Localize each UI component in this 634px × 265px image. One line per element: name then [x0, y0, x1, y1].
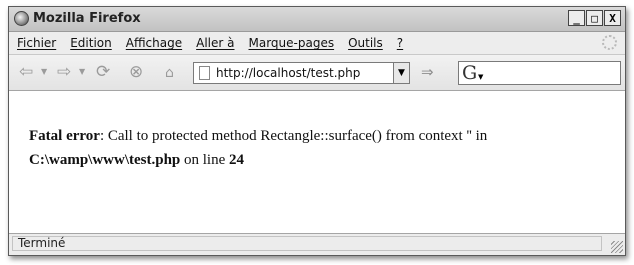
- error-line-number: 24: [229, 152, 245, 168]
- window-controls: _ □ X: [568, 10, 621, 26]
- stop-icon[interactable]: ⊗: [129, 63, 143, 81]
- throbber-icon: [602, 35, 617, 50]
- search-box[interactable]: G ▼: [458, 61, 621, 85]
- search-engine-dropdown-icon[interactable]: ▼: [478, 73, 483, 81]
- status-bar: Terminé: [9, 233, 625, 255]
- go-icon[interactable]: ⇒: [421, 63, 434, 81]
- url-input[interactable]: http://localhost/test.php: [216, 66, 360, 80]
- menu-item-affichage[interactable]: Affichage: [126, 36, 182, 50]
- page-content: Fatal error: Call to protected method Re…: [9, 91, 625, 234]
- back-arrow-icon[interactable]: ⇦: [19, 63, 33, 81]
- home-icon[interactable]: ⌂: [165, 64, 174, 82]
- url-bar[interactable]: http://localhost/test.php ▼: [193, 62, 410, 84]
- menu-item-edition[interactable]: Edition: [70, 36, 112, 50]
- resize-grip-icon[interactable]: [611, 241, 623, 253]
- menu-bar: Fichier Edition Affichage Aller à Marque…: [9, 32, 625, 55]
- error-message: Fatal error: Call to protected method Re…: [29, 124, 619, 172]
- menu-item-outils[interactable]: Outils: [348, 36, 383, 50]
- menu-item-help[interactable]: ?: [397, 36, 403, 50]
- menu-item-fichier[interactable]: Fichier: [17, 36, 56, 50]
- menu-item-marque-pages[interactable]: Marque-pages: [249, 36, 335, 50]
- close-button[interactable]: X: [604, 10, 621, 26]
- status-text: Terminé: [12, 236, 602, 251]
- error-text: : Call to protected method Rectangle::su…: [99, 128, 488, 144]
- url-dropdown-button[interactable]: ▼: [393, 62, 410, 84]
- browser-window: Mozilla Firefox _ □ X Fichier Edition Af…: [8, 6, 626, 256]
- page-icon: [199, 66, 210, 80]
- forward-arrow-icon[interactable]: ⇨: [57, 63, 71, 81]
- error-on-line: on line: [180, 152, 230, 168]
- back-dropdown-icon[interactable]: ▼: [41, 67, 47, 76]
- minimize-button[interactable]: _: [568, 10, 585, 26]
- title-bar[interactable]: Mozilla Firefox _ □ X: [9, 7, 625, 32]
- forward-dropdown-icon[interactable]: ▼: [79, 67, 85, 76]
- reload-icon[interactable]: ⟳: [96, 63, 110, 81]
- google-icon[interactable]: G: [462, 63, 477, 83]
- window-title: Mozilla Firefox: [33, 11, 141, 26]
- firefox-logo-icon: [14, 11, 29, 26]
- error-file: C:\wamp\www\test.php: [29, 152, 181, 168]
- navigation-toolbar: ⇦ ▼ ⇨ ▼ ⟳ ⊗ ⌂ http://localhost/test.php …: [9, 55, 625, 91]
- maximize-button[interactable]: □: [586, 10, 603, 26]
- menu-item-aller-a[interactable]: Aller à: [196, 36, 234, 50]
- error-label: Fatal error: [29, 128, 100, 144]
